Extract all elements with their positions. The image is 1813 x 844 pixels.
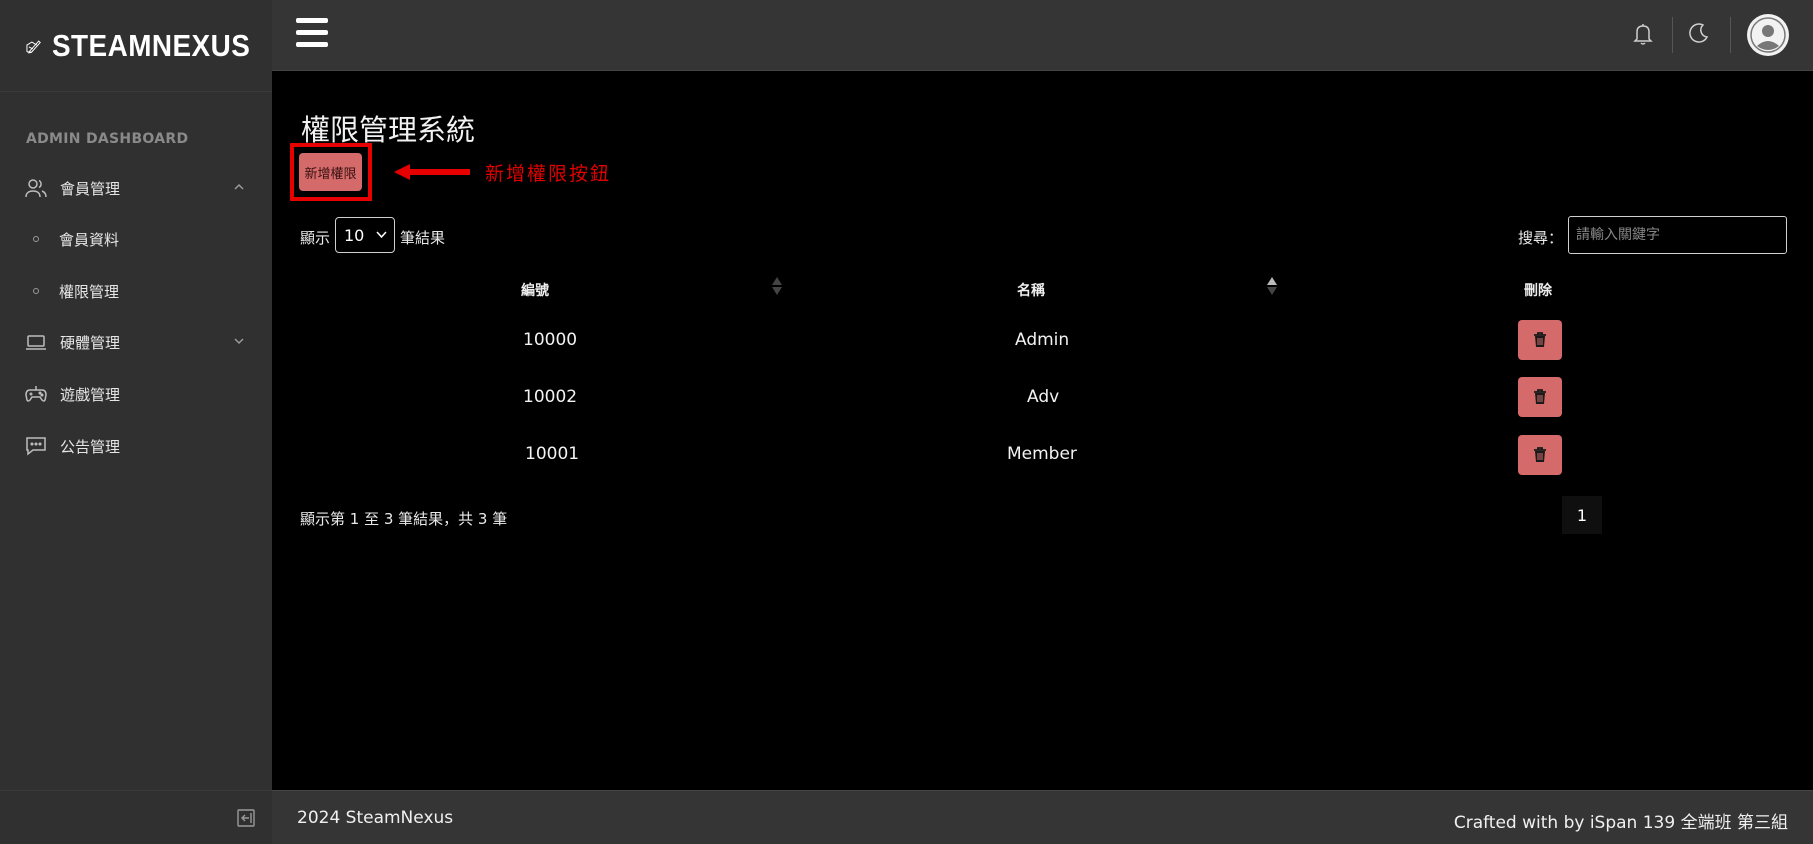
sidebar: STEAMNEXUS ADMIN DASHBOARD 會員管理 會員資料 權限管…: [0, 0, 272, 844]
table-info: 顯示第 1 至 3 筆結果，共 3 筆: [300, 510, 508, 528]
footer-copyright: 2024 SteamNexus: [297, 808, 454, 828]
cell-name: Adv: [1027, 387, 1060, 407]
chevron-up-icon: [234, 183, 244, 190]
search-input[interactable]: [1568, 216, 1787, 254]
pencil-cube-icon: [26, 39, 41, 54]
trash-icon: [1534, 332, 1546, 347]
sidebar-footer: [0, 790, 272, 844]
avatar-icon[interactable]: [1747, 14, 1789, 56]
page-length-value: 10: [344, 225, 365, 245]
delete-button[interactable]: [1518, 320, 1562, 360]
footer: 2024 SteamNexus Crafted with by iSpan 13…: [272, 790, 1813, 844]
sidebar-item-label: 遊戲管理: [60, 385, 121, 404]
annotation-text: 新增權限按鈕: [485, 163, 612, 185]
footer-credit: Crafted with by iSpan 139 全端班 第三組: [1453, 813, 1788, 833]
annotation-arrow-icon: [394, 164, 470, 180]
delete-button[interactable]: [1518, 435, 1562, 475]
sidebar-section-title: ADMIN DASHBOARD: [26, 131, 189, 147]
collapse-sidebar-icon[interactable]: [237, 809, 255, 827]
sort-asc-icon[interactable]: [1266, 275, 1278, 297]
sidebar-item-announcements[interactable]: 公告管理: [0, 426, 272, 466]
bullet-icon: [33, 236, 39, 242]
column-header-delete: 刪除: [1524, 283, 1552, 299]
sidebar-subitem-label: 權限管理: [59, 282, 120, 301]
sidebar-subitem-member-data[interactable]: 會員資料: [0, 219, 272, 259]
chevron-down-icon: [234, 338, 244, 345]
chat-icon: [25, 435, 47, 457]
sidebar-item-hardware[interactable]: 硬體管理: [0, 322, 272, 362]
chevron-down-icon: [376, 231, 387, 239]
moon-icon[interactable]: [1688, 22, 1710, 44]
cell-id: 10001: [525, 444, 580, 464]
page-length-select[interactable]: 10: [335, 217, 395, 253]
top-bar: [272, 0, 1813, 71]
cell-name: Admin: [1015, 330, 1070, 350]
sidebar-item-games[interactable]: 遊戲管理: [0, 374, 272, 414]
brand[interactable]: STEAMNEXUS: [0, 0, 272, 92]
gamepad-icon: [25, 383, 47, 405]
header-divider: [1730, 17, 1731, 53]
sidebar-subitem-label: 會員資料: [59, 230, 120, 249]
cell-id: 10002: [523, 387, 578, 407]
hamburger-icon[interactable]: [296, 18, 328, 52]
sidebar-item-label: 公告管理: [60, 437, 121, 456]
laptop-icon: [25, 331, 47, 353]
bullet-icon: [33, 288, 39, 294]
length-suffix: 筆結果: [400, 229, 446, 247]
sidebar-subitem-permissions[interactable]: 權限管理: [0, 271, 272, 311]
main-content: 權限管理系統 新增權限 新增權限按鈕 顯示 10 筆結果 搜尋： 編號 名稱 刪…: [272, 71, 1813, 790]
brand-name: STEAMNEXUS: [51, 27, 250, 63]
length-prefix: 顯示: [300, 229, 331, 247]
trash-icon: [1534, 389, 1546, 404]
search-label: 搜尋：: [1518, 229, 1564, 247]
delete-button[interactable]: [1518, 377, 1562, 417]
cell-name: Member: [1007, 444, 1077, 464]
bell-icon[interactable]: [1633, 22, 1653, 46]
sidebar-item-label: 硬體管理: [60, 333, 121, 352]
pagination-page-1[interactable]: 1: [1562, 496, 1602, 534]
column-header-name[interactable]: 名稱: [1017, 280, 1045, 300]
add-permission-button[interactable]: 新增權限: [299, 153, 362, 191]
column-header-id[interactable]: 編號: [521, 280, 549, 300]
sidebar-item-members[interactable]: 會員管理: [0, 168, 272, 208]
cell-id: 10000: [523, 330, 578, 350]
users-icon: [25, 177, 47, 199]
header-divider: [1672, 17, 1673, 53]
sort-icon[interactable]: [771, 275, 783, 297]
sidebar-item-label: 會員管理: [60, 179, 121, 198]
trash-icon: [1534, 447, 1546, 462]
